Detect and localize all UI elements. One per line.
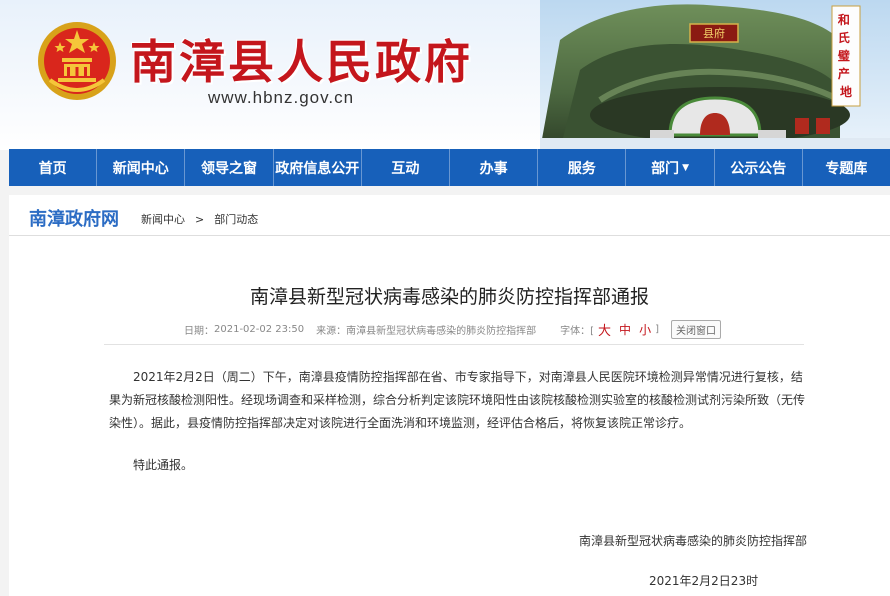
seal-text: 和 氏 璧 产 地	[837, 12, 854, 99]
font-size-bracket: ]	[655, 324, 659, 335]
nav-item-leaders[interactable]: 领导之窗	[185, 149, 274, 186]
nav-item-notices[interactable]: 公示公告	[715, 149, 803, 186]
nav-item-services[interactable]: 服务	[538, 149, 627, 186]
article-title: 南漳县新型冠状病毒感染的肺炎防控指挥部通报	[249, 286, 649, 308]
nav-item-services-do[interactable]: 办事	[450, 149, 539, 186]
source-label: 来源：	[316, 326, 347, 337]
article-paragraph: 2021年2月2日（周二）下午，南漳县疫情防控指挥部在省、市专家指导下，对南漳县…	[109, 370, 806, 430]
nav-item-gov-info[interactable]: 政府信息公开	[274, 149, 362, 186]
signature-date: 2021年2月2日23时	[649, 574, 759, 588]
nav-item-home[interactable]: 首页	[9, 149, 98, 186]
site-url: www.hbnz.gov.cn	[208, 88, 355, 107]
breadcrumb-separator: >	[195, 213, 205, 226]
main-nav: 首页 新闻中心 领导之窗 政府信息公开 互动 办事 服务 部门 ▼ 公示公告 专题…	[9, 149, 890, 186]
nav-item-topics[interactable]: 专题库	[803, 149, 890, 186]
nav-item-interact[interactable]: 互动	[362, 149, 451, 186]
date-label: 日期：	[184, 326, 214, 337]
nav-item-departments[interactable]: 部门 ▼	[626, 149, 715, 186]
breadcrumb-logo[interactable]: 南漳政府网	[29, 205, 119, 231]
breadcrumb-item-dept-news[interactable]: 部门动态	[214, 213, 258, 226]
font-size-small-button[interactable]: 小	[639, 321, 651, 338]
site-header: 南漳县人民政府 www.hbnz.gov.cn 县府 和 氏 璧 产 地	[0, 0, 890, 150]
font-size-large-button[interactable]: 大	[598, 320, 611, 339]
site-title: 南漳县人民政府	[130, 35, 473, 89]
signature-org: 南漳县新型冠状病毒感染的肺炎防控指挥部	[579, 534, 808, 548]
font-size-label: 字体：[	[560, 326, 595, 337]
breadcrumb-bar: 南漳政府网 新闻中心 > 部门动态	[9, 195, 890, 236]
close-window-button[interactable]: 关闭窗口	[670, 320, 721, 339]
font-size-medium-button[interactable]: 中	[619, 321, 631, 338]
article-paragraph: 特此通报。	[133, 458, 194, 472]
breadcrumb: 新闻中心 > 部门动态	[141, 211, 258, 227]
article-date: 2021-02-02 23:50	[214, 324, 305, 335]
svg-text:县府: 县府	[703, 26, 725, 40]
caret-down-icon: ▼	[682, 162, 689, 173]
article-panel: 南漳县新型冠状病毒感染的肺炎防控指挥部通报 日期： 2021-02-02 23:5…	[9, 236, 890, 596]
article-source: 南漳县新型冠状病毒感染的肺炎防控指挥部	[346, 326, 537, 337]
nav-item-news[interactable]: 新闻中心	[97, 149, 186, 186]
divider	[104, 344, 804, 345]
scenery-banner: 县府 和 氏 璧 产 地	[540, 0, 890, 150]
article-meta: 日期： 2021-02-02 23:50 来源： 南漳县新型冠状病毒感染的肺炎防控指…	[184, 320, 721, 339]
national-emblem-icon	[38, 22, 116, 100]
breadcrumb-item-news[interactable]: 新闻中心	[141, 213, 185, 226]
